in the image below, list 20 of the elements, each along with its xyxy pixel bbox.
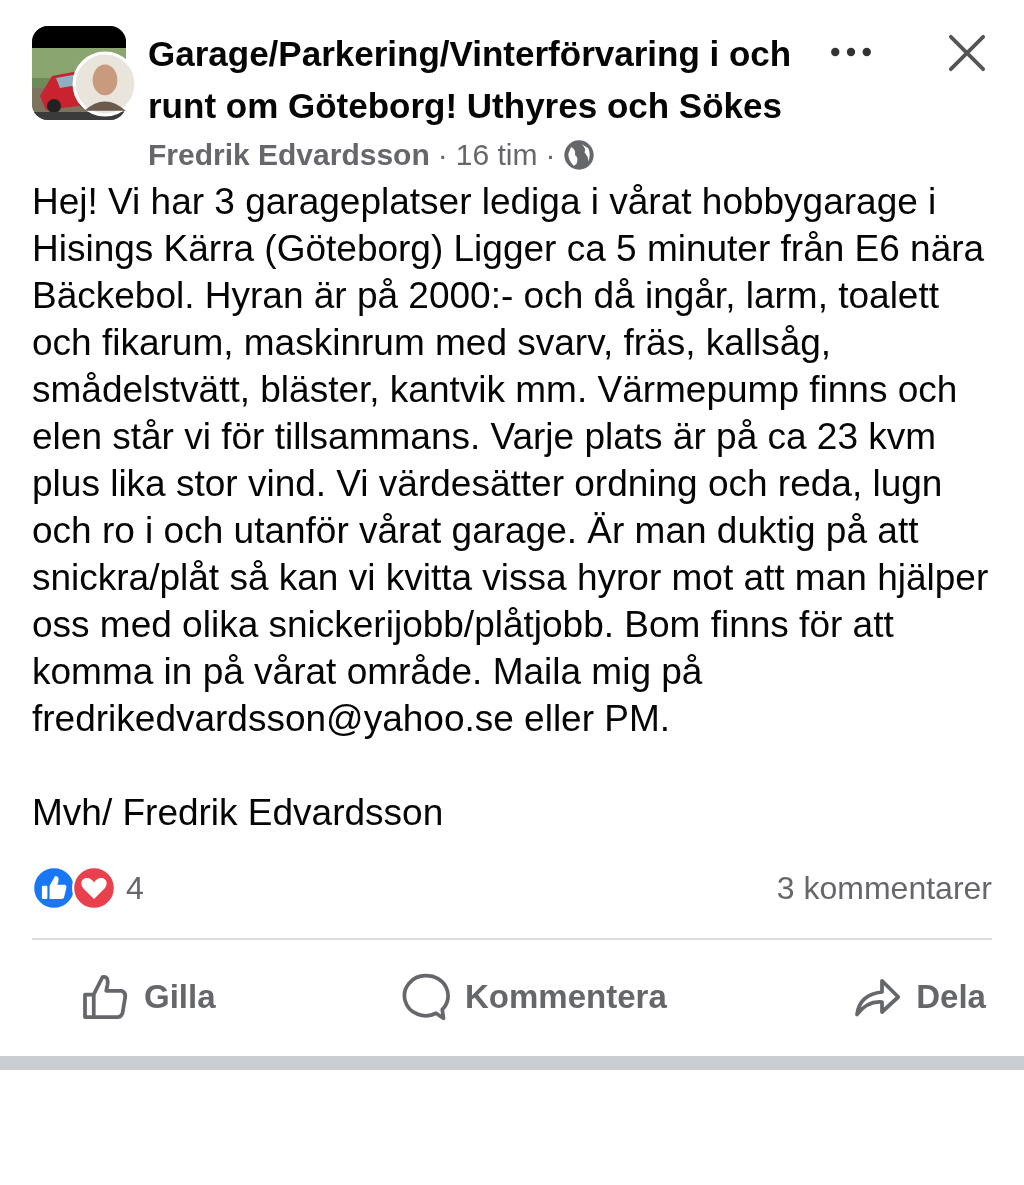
like-icon [80,972,130,1022]
post-time[interactable]: 16 tim [455,138,538,172]
comment-icon [401,972,452,1022]
reaction-count[interactable]: 4 [126,869,144,907]
more-icon[interactable] [830,46,872,58]
love-reaction-icon [72,866,116,910]
post-text: Mvh/ Fredrik Edvardsson [32,791,445,835]
author-name[interactable]: Fredrik Edvardsson [148,138,430,172]
separator: · [545,138,556,172]
comment-button[interactable]: Kommentera [397,968,671,1026]
group-title[interactable]: Garage/Parkering/Vinterförvaring i och runt om Göteborg! Uthyres och Sökes [148,28,798,132]
post-text: Hej! Vi har 3 garageplatser lediga i vårat hobbygarage i Hisings Kärra (Göteborg) Ligger ca 5 minuter från E6 nära Bäckebol. Hyran är på 2000:- och då ingår, larm, toalett och fikarum, maskinrum med svarv, fräs, kallsåg, smådelstvätt, bläster, kantvik mm. Värmepump finns och elen står vi för tillsammans. Varje plats är på ca 23 kvm plus lika stor vind. Vi värdesätter ordning och reda, lugn och ro i och utanför vårat garage. Är man duktig på att snickra/plåt så kan vi kvitta vissa hyror mot att man hjälper oss med olika snickerijobb/plåtjobb. Bom finns för att komma in på vårat område. Maila mig på fredrikedvardsson@yahoo.se eller PM. [32,180,990,741]
comment-count[interactable]: 3 kommentarer [776,869,992,907]
separator: · [437,138,448,172]
share-button[interactable]: Dela [848,968,990,1026]
like-reaction-icon [32,866,76,910]
like-button[interactable]: Gilla [76,968,220,1026]
close-icon[interactable] [948,34,986,72]
avatar[interactable] [72,51,138,117]
globe-icon [563,139,596,171]
